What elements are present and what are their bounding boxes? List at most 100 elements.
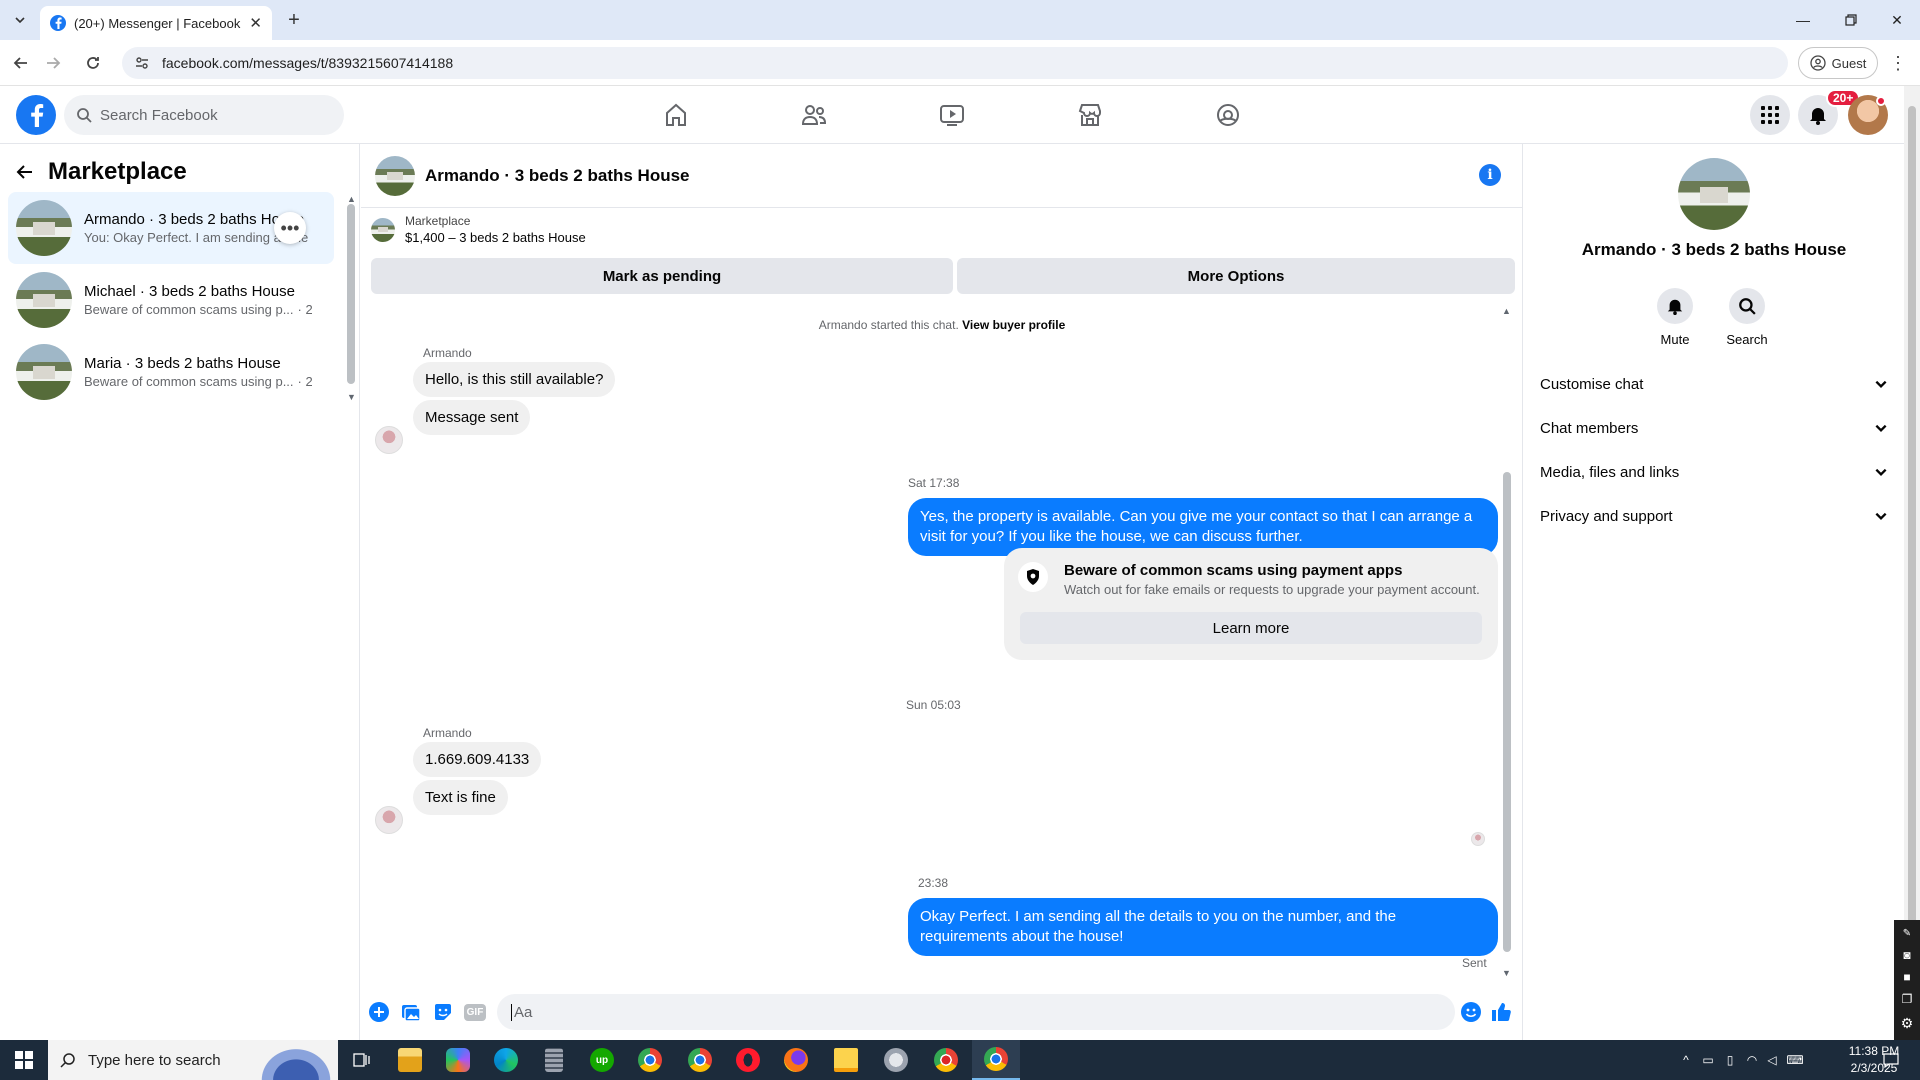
copilot-icon[interactable] (434, 1040, 482, 1080)
window-icon[interactable]: ❐ (1902, 992, 1913, 1006)
guest-profile-button[interactable]: Guest (1798, 47, 1878, 79)
sticky-notes-icon[interactable] (822, 1040, 870, 1080)
network-icon[interactable]: ▭ (1698, 1040, 1718, 1080)
like-thumbs-up-icon[interactable] (1489, 1000, 1513, 1024)
message-composer: GIF Aa (361, 986, 1523, 1040)
site-settings-icon[interactable] (134, 55, 150, 71)
tray-chevron-up-icon[interactable]: ^ (1676, 1040, 1696, 1080)
plus-circle-icon[interactable] (367, 1000, 391, 1024)
address-bar[interactable]: facebook.com/messages/t/8393215607414188 (122, 47, 1788, 79)
video-icon[interactable] (896, 86, 1008, 144)
chat-title[interactable]: Armando · 3 beds 2 baths House (425, 166, 690, 186)
opera-icon[interactable] (724, 1040, 772, 1080)
scrollbar-thumb[interactable] (1908, 106, 1916, 1006)
upwork-icon[interactable]: up (578, 1040, 626, 1080)
facebook-logo-icon[interactable] (16, 95, 56, 135)
chat-scrollbar[interactable]: ▲ ▼ (1501, 306, 1513, 978)
marketplace-icon[interactable] (1034, 86, 1146, 144)
file-explorer-icon[interactable] (386, 1040, 434, 1080)
scrollbar-thumb[interactable] (1503, 472, 1511, 952)
sticker-icon[interactable] (431, 1000, 455, 1024)
page-scrollbar[interactable] (1904, 86, 1920, 1040)
reload-icon[interactable] (80, 50, 106, 76)
search-in-conversation-button[interactable]: Search (1717, 288, 1777, 347)
incoming-message[interactable]: Hello, is this still available? (413, 362, 616, 397)
chat-members-section[interactable]: Chat members (1540, 410, 1888, 446)
chrome-profile-2-icon[interactable] (922, 1040, 970, 1080)
scroll-up-arrow-icon[interactable]: ▲ (1502, 306, 1511, 316)
more-options-button[interactable]: More Options (957, 258, 1515, 294)
browser-menu-icon[interactable]: ⋮ (1888, 52, 1908, 74)
emoji-icon[interactable] (1459, 1000, 1483, 1024)
volume-icon[interactable]: ◁ (1762, 1040, 1782, 1080)
close-window-icon[interactable]: ✕ (1874, 0, 1920, 40)
more-options-icon[interactable]: ••• (274, 212, 306, 244)
chrome-profile-icon[interactable] (676, 1040, 724, 1080)
close-tab-icon[interactable]: ✕ (249, 14, 262, 32)
friends-icon[interactable] (758, 86, 870, 144)
sender-avatar[interactable] (375, 426, 403, 454)
scroll-up-arrow-icon[interactable]: ▲ (347, 194, 356, 204)
marketplace-listing-card[interactable]: Marketplace $1,400 – 3 beds 2 baths Hous… (371, 214, 586, 245)
browser-tab[interactable]: (20+) Messenger | Facebook ✕ (40, 6, 272, 40)
pen-icon[interactable]: ✎ (1903, 928, 1911, 939)
task-view-icon[interactable] (338, 1040, 386, 1080)
mute-label: Mute (1660, 332, 1690, 347)
edge-icon[interactable] (482, 1040, 530, 1080)
gif-icon[interactable]: GIF (463, 1000, 487, 1024)
conversation-item[interactable]: Maria · 3 beds 2 baths House Beware of c… (8, 336, 334, 408)
message-input[interactable]: Aa (497, 994, 1455, 1030)
conversation-info-icon[interactable]: i (1479, 164, 1501, 186)
menu-grid-icon[interactable] (1750, 95, 1790, 135)
camera-icon[interactable]: ◙ (1903, 948, 1910, 962)
calculator-icon[interactable] (530, 1040, 578, 1080)
home-icon[interactable] (620, 86, 732, 144)
usb-icon[interactable]: ▯ (1720, 1040, 1740, 1080)
tab-search-chevron-icon[interactable] (8, 8, 32, 32)
gaming-icon[interactable] (1172, 86, 1284, 144)
minimize-icon[interactable]: — (1780, 0, 1826, 40)
conversation-name: Michael · 3 beds 2 baths House (84, 283, 295, 300)
photo-icon[interactable] (399, 1000, 423, 1024)
settings-gear-icon[interactable]: ⚙ (1901, 1015, 1914, 1032)
conversation-item[interactable]: Michael · 3 beds 2 baths House Beware of… (8, 264, 334, 336)
scrollbar-thumb[interactable] (347, 204, 355, 384)
video-camera-icon[interactable]: ■ (1903, 970, 1910, 984)
restore-icon[interactable] (1828, 0, 1874, 40)
chrome-active-icon[interactable] (972, 1040, 1020, 1080)
mute-button[interactable]: Mute (1645, 288, 1705, 347)
app-icon[interactable] (872, 1040, 920, 1080)
incoming-message[interactable]: Text is fine (413, 780, 508, 815)
back-arrow-icon[interactable] (8, 50, 34, 76)
facebook-header: Search Facebook 20+ (0, 86, 1904, 144)
conversation-list-scrollbar[interactable]: ▲ ▼ (346, 194, 356, 404)
sender-name: Armando (423, 346, 472, 360)
chat-avatar[interactable] (375, 155, 415, 196)
windows-start-icon[interactable] (0, 1040, 48, 1080)
incoming-message[interactable]: Message sent (413, 400, 531, 435)
wifi-icon[interactable]: ◠ (1742, 1040, 1762, 1080)
mark-as-pending-button[interactable]: Mark as pending (371, 258, 953, 294)
conversation-item[interactable]: Armando · 3 beds 2 baths House You: Okay… (8, 192, 334, 264)
media-files-links-section[interactable]: Media, files and links (1540, 454, 1888, 490)
firefox-icon[interactable] (772, 1040, 820, 1080)
taskbar-search-input[interactable]: Type here to search (48, 1040, 338, 1080)
incoming-message[interactable]: 1.669.609.4133 (413, 742, 542, 777)
forward-arrow-icon[interactable] (40, 50, 66, 76)
scroll-down-arrow-icon[interactable]: ▼ (1502, 968, 1511, 978)
learn-more-button[interactable]: Learn more (1020, 612, 1482, 644)
scroll-down-arrow-icon[interactable]: ▼ (347, 392, 356, 402)
sender-avatar[interactable] (375, 806, 403, 834)
listing-avatar[interactable] (1678, 158, 1750, 230)
privacy-support-section[interactable]: Privacy and support (1540, 498, 1888, 534)
outgoing-message[interactable]: Okay Perfect. I am sending all the detai… (908, 898, 1498, 956)
notification-center-icon[interactable] (1876, 1040, 1906, 1080)
customise-chat-section[interactable]: Customise chat (1540, 366, 1888, 402)
search-icon (1729, 288, 1765, 324)
keyboard-icon[interactable]: ⌨ (1782, 1040, 1808, 1080)
facebook-search-input[interactable]: Search Facebook (64, 95, 344, 135)
new-tab-icon[interactable]: + (282, 8, 306, 32)
view-buyer-profile-link[interactable]: View buyer profile (962, 318, 1065, 332)
chrome-icon[interactable] (626, 1040, 674, 1080)
back-arrow-icon[interactable] (16, 163, 34, 181)
